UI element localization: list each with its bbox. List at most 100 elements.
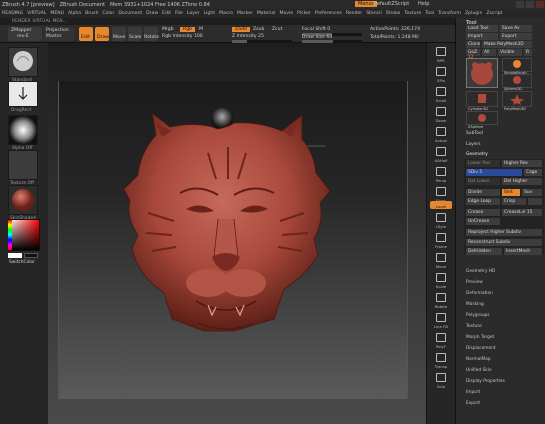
morph-target-section[interactable]: Morph Target [466, 335, 494, 340]
load-tool-button[interactable]: Load Tool [466, 25, 498, 32]
display-properties-section[interactable]: Display Properties [466, 379, 505, 384]
del-hidden-button[interactable]: DelHidden [466, 248, 502, 255]
menu-item-render[interactable]: Render [346, 11, 362, 16]
scale-button[interactable]: Scale [128, 27, 142, 41]
alpha-thumbnail[interactable] [8, 115, 38, 145]
menu-item-alpha[interactable]: Alpha [68, 11, 81, 16]
zmapper-button[interactable]: ZMapper rev-E [8, 27, 42, 41]
r-button[interactable]: R [524, 49, 532, 56]
menu-item-file[interactable]: File [175, 11, 183, 16]
edge-loop-button[interactable]: Edge Loop [466, 198, 500, 205]
menu-item-edit[interactable]: Edit [162, 11, 171, 16]
clone-button[interactable]: Clone [466, 41, 480, 48]
menu-item-draw[interactable]: Draw [146, 11, 158, 16]
smt-toggle[interactable]: Smt [502, 189, 520, 196]
reproject-higher-subdiv-button[interactable]: Reproject Higher Subdiv [466, 229, 542, 236]
menu-item-stencil[interactable]: Stencil [366, 11, 382, 16]
menu-item-brush[interactable]: Brush [85, 11, 98, 16]
del-higher-button[interactable]: Del Higher [502, 178, 542, 185]
shelf-button-polyf[interactable]: PolyF [430, 331, 452, 349]
sphere3d-thumbnail[interactable] [502, 74, 532, 88]
rgb-intensity-slider[interactable]: Rgb Intensity 100 [162, 34, 203, 39]
menu-item-tool[interactable]: Tool [425, 11, 434, 16]
normalmap-section[interactable]: NormalMap [466, 357, 491, 362]
reconstruct-subdiv-button[interactable]: Reconstruct Subdiv [466, 239, 542, 246]
menu-item-zplugin[interactable]: Zplugin [465, 11, 482, 16]
menu-item-light[interactable]: Light [204, 11, 215, 16]
simple-brush-thumbnail[interactable] [502, 58, 532, 72]
visible-button[interactable]: Visible [498, 49, 522, 56]
color-picker[interactable] [8, 219, 40, 251]
brush-thumbnail[interactable] [8, 47, 38, 77]
shelf-button-scroll[interactable]: Scroll [430, 85, 452, 103]
shelf-button-local[interactable]: Local [430, 201, 452, 209]
material-thumbnail[interactable] [8, 185, 38, 215]
default-zscript-button[interactable]: DefaultZScript [373, 1, 409, 7]
export-section[interactable]: Export [466, 401, 480, 406]
del-lower-button[interactable]: Del Lower [466, 178, 500, 185]
menu-item-stroke[interactable]: Stroke [386, 11, 401, 16]
import-button[interactable]: Import [466, 33, 498, 40]
suv-toggle[interactable]: Suv [522, 189, 542, 196]
maximize-button[interactable] [526, 1, 534, 8]
z-intensity-slider[interactable]: Z Intensity 25 [232, 34, 264, 39]
geometry-section[interactable]: Geometry [466, 152, 488, 157]
all-button[interactable]: All [482, 49, 496, 56]
shelf-button-aahalf[interactable]: AAHalf [430, 145, 452, 163]
shelf-button-lsym[interactable]: LSym [430, 211, 452, 229]
sdiv-slider[interactable]: SDiv 5 [466, 169, 522, 176]
draw-button[interactable]: Draw [95, 27, 109, 41]
stroke-thumbnail[interactable] [8, 81, 38, 107]
displacement-section[interactable]: Displacement [466, 346, 496, 351]
zsub-toggle[interactable]: Zsub [253, 27, 264, 32]
move-button[interactable]: Move [112, 27, 126, 41]
mrgb-toggle[interactable]: Mrgb [162, 27, 174, 32]
preview-section[interactable]: Preview [466, 280, 483, 285]
uncrease-button[interactable]: UnCrease [466, 218, 500, 225]
secondary-color-swatch[interactable] [24, 253, 38, 258]
menu-item-layer[interactable]: Layer [187, 11, 200, 16]
divide-button[interactable]: Divide [466, 189, 500, 196]
save-as-button[interactable]: Save As [500, 25, 532, 32]
menu-item-picker[interactable]: Picker [297, 11, 311, 16]
masking-section[interactable]: Masking [466, 302, 484, 307]
main-color-swatch[interactable] [8, 253, 22, 258]
hue-strip[interactable] [8, 220, 12, 250]
make-polymesh-button[interactable]: Make PolyMesh3D [482, 41, 532, 48]
menu-item-movie[interactable]: Movie [280, 11, 294, 16]
shelf-button-persp[interactable]: Persp [430, 165, 452, 183]
texture-thumbnail[interactable] [8, 150, 38, 180]
crease-button[interactable]: Crease [466, 209, 500, 216]
export-button[interactable]: Export [500, 33, 532, 40]
geometry-hd-section[interactable]: Geometry HD [466, 269, 495, 274]
import-section[interactable]: Import [466, 390, 480, 395]
deformation-section[interactable]: Deformation [466, 291, 493, 296]
cylinder3d-thumbnail[interactable] [466, 91, 498, 107]
viewport[interactable] [48, 43, 426, 424]
close-button[interactable] [536, 1, 544, 8]
m-toggle[interactable]: M [199, 27, 203, 32]
lower-res-button[interactable]: Lower Res [466, 160, 500, 167]
menu-item-zscript[interactable]: Zscript [486, 11, 502, 16]
crease-level-slider[interactable]: CreaseLvl 15 [502, 209, 542, 216]
shelf-button-transp[interactable]: Transp [430, 351, 452, 369]
unified-skin-section[interactable]: Unified Skin [466, 368, 492, 373]
texture-section[interactable]: Texture [466, 324, 482, 329]
menu-item-virtual[interactable]: VIRTUAL [27, 11, 46, 16]
edit-button[interactable]: Edit [79, 27, 93, 41]
menu-item-texture[interactable]: Texture [404, 11, 421, 16]
polymesh3d-thumbnail[interactable] [502, 91, 532, 107]
shelf-button-move[interactable]: Move [430, 251, 452, 269]
rgb-toggle[interactable]: Rgb [180, 27, 196, 32]
subtool-section[interactable]: SubTool [466, 131, 483, 136]
shelf-button-line-fill[interactable]: Line Fill [430, 311, 452, 329]
cage-button[interactable]: Cage [524, 169, 542, 176]
zsphere-thumbnail[interactable] [466, 111, 498, 125]
shelf-button-rotate[interactable]: Rotate [430, 291, 452, 309]
zadd-toggle[interactable]: Zadd [232, 27, 250, 32]
projection-master-button[interactable]: Projection Master [44, 27, 74, 41]
shelf-button-scale[interactable]: Scale [430, 271, 452, 289]
shelf-button-zoom[interactable]: Zoom [430, 105, 452, 123]
layers-section[interactable]: Layers [466, 142, 481, 147]
focal-shift-slider[interactable]: Focal Shift 0 [302, 27, 330, 32]
